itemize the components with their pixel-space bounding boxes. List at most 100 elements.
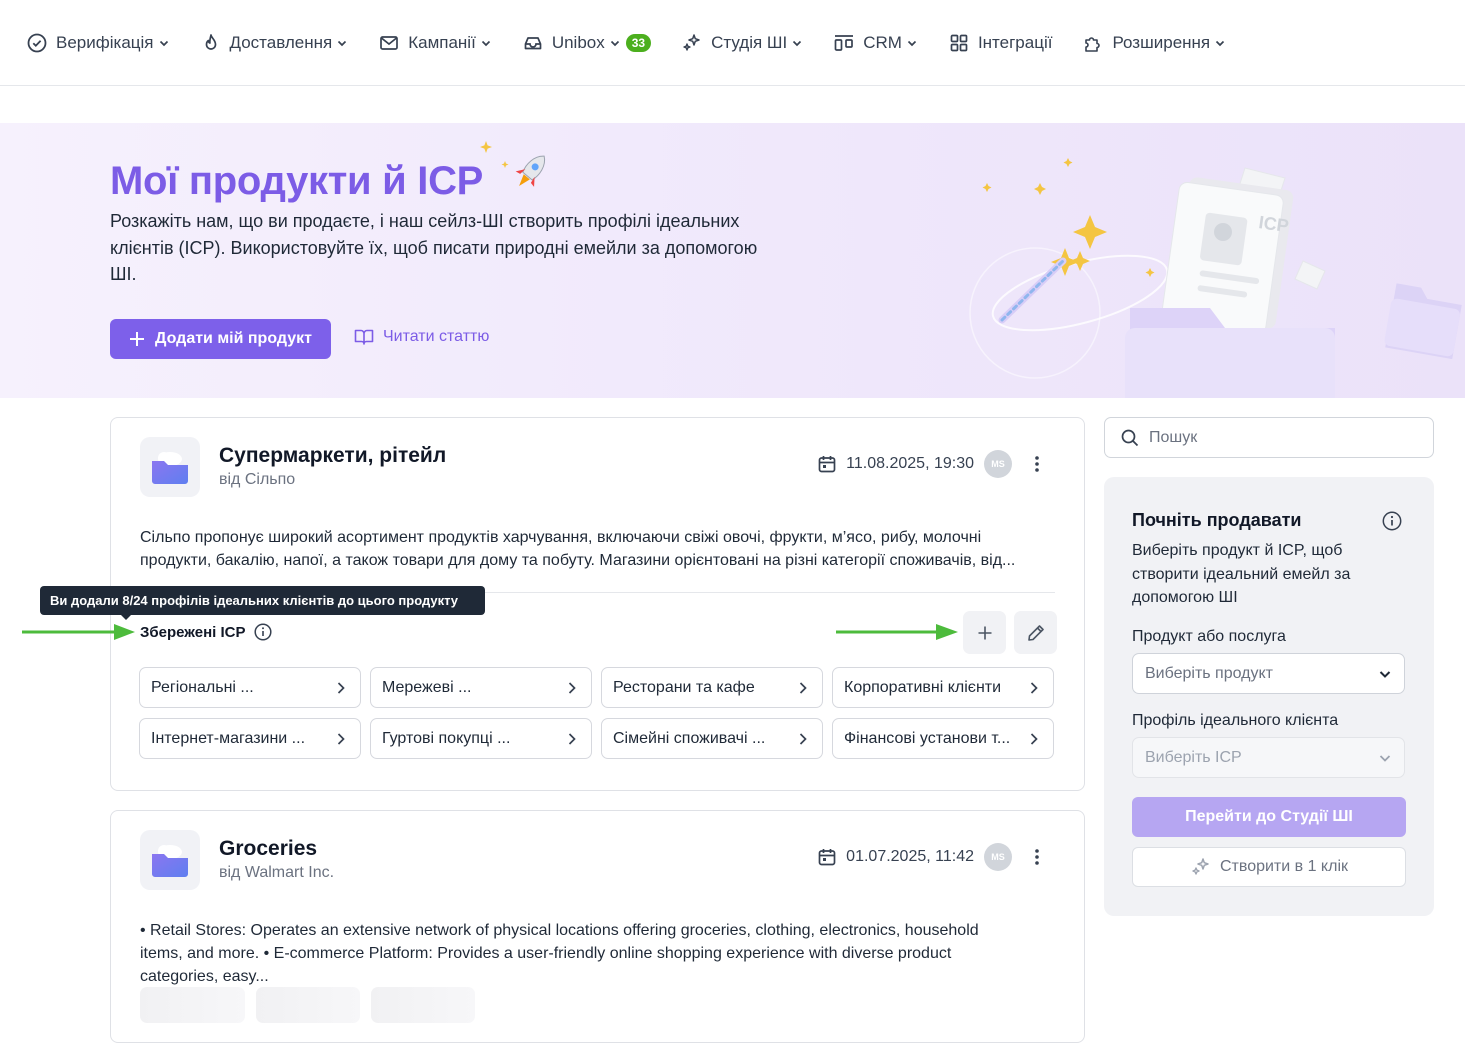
chevron-right-icon — [568, 681, 576, 694]
chevron-down-icon — [609, 37, 621, 49]
more-options-icon[interactable] — [1027, 454, 1047, 474]
saved-icp-heading: Збережені ICP — [140, 623, 272, 641]
nav-crm[interactable]: CRM — [833, 32, 918, 54]
plus-icon — [130, 332, 144, 346]
add-product-label: Додати мій продукт — [155, 330, 312, 347]
nav-label: Доставлення — [229, 32, 333, 52]
chevron-down-icon — [1379, 670, 1391, 678]
add-icp-button[interactable] — [963, 611, 1006, 654]
puzzle-icon — [1082, 32, 1104, 54]
loading-placeholder — [371, 987, 475, 1023]
icp-count-tooltip: Ви додали 8/24 профілів ідеальних клієнт… — [40, 586, 485, 620]
check-circle-icon — [26, 32, 48, 54]
icp-chip-label: Мережеві ... — [382, 678, 472, 696]
icp-chip[interactable]: Сімейні споживачі ... — [601, 718, 823, 759]
icp-chip[interactable]: Фінансові установи т... — [832, 718, 1054, 759]
panel-title: Почніть продавати — [1132, 510, 1302, 530]
plus-icon — [978, 626, 991, 639]
icp-chip[interactable]: Корпоративні клієнти — [832, 667, 1054, 708]
chevron-down-icon — [158, 37, 170, 49]
chevron-down-icon — [1379, 754, 1391, 762]
icp-chip-label: Регіональні ... — [151, 678, 254, 696]
product-company: від Сільпо — [219, 471, 296, 488]
info-icon[interactable] — [253, 623, 272, 641]
rocket-icon — [480, 141, 546, 187]
annotation-arrow-icon — [22, 624, 135, 640]
chevron-right-icon — [1030, 732, 1038, 745]
product-card[interactable]: Groceries від Walmart Inc. 01.07.2025, 1… — [110, 810, 1085, 1043]
nav-verification[interactable]: Верифікація — [26, 32, 170, 54]
chevron-right-icon — [1030, 681, 1038, 694]
illustration-icp-text: ICP — [1257, 212, 1290, 236]
chevron-right-icon — [799, 681, 807, 694]
nav-label: CRM — [863, 32, 902, 52]
nav-delivery[interactable]: Доставлення — [200, 32, 349, 54]
info-icon[interactable] — [1382, 511, 1402, 531]
hero-description: Розкажіть нам, що ви продаєте, і наш сей… — [110, 211, 758, 284]
avatar: MS — [984, 450, 1012, 478]
product-description: Сільпо пропонує широкий асортимент проду… — [140, 529, 1016, 569]
nav-unibox[interactable]: Unibox 33 — [522, 32, 652, 54]
nav-extensions[interactable]: Розширення — [1082, 32, 1226, 54]
chevron-right-icon — [799, 732, 807, 745]
product-title: Groceries — [219, 837, 318, 860]
magic-sparkles-icon — [1192, 858, 1209, 875]
nav-campaigns[interactable]: Кампанії — [378, 32, 492, 54]
icp-chip[interactable]: Мережеві ... — [370, 667, 592, 708]
icp-chip[interactable]: Регіональні ... — [139, 667, 361, 708]
panel-description: Виберіть продукт й ICP, щоб створити іде… — [1132, 542, 1351, 606]
icp-select-placeholder: Виберіть ICP — [1145, 748, 1242, 766]
page-title: Мої продукти й ICP — [110, 159, 484, 203]
saved-icp-label: Збережені ICP — [140, 623, 246, 641]
icp-chip-label: Інтернет-магазини ... — [151, 729, 306, 747]
edit-product-button[interactable] — [1014, 611, 1057, 654]
icp-chip-grid: Регіональні ... Мережеві ... Ресторани т… — [139, 667, 1054, 759]
avatar: MS — [984, 843, 1012, 871]
chevron-down-icon — [906, 37, 918, 49]
nav-label: Інтеграції — [977, 32, 1053, 52]
search-icon — [1121, 429, 1139, 446]
loading-placeholder — [256, 987, 360, 1023]
more-options-icon[interactable] — [1027, 847, 1047, 867]
icp-chip-label: Ресторани та кафе — [613, 678, 755, 696]
flame-icon — [200, 32, 222, 54]
icp-chip-label: Гуртові покупці ... — [382, 729, 511, 747]
grid-icon — [948, 32, 970, 54]
read-article-link[interactable]: Читати статтю — [354, 328, 489, 346]
product-select-placeholder: Виберіть продукт — [1145, 664, 1274, 682]
icp-chip[interactable]: Інтернет-магазини ... — [139, 718, 361, 759]
calendar-icon — [818, 849, 836, 866]
nav-label: Кампанії — [408, 32, 476, 52]
icp-chip-label: Фінансові установи т... — [844, 729, 1011, 747]
pencil-icon — [1027, 624, 1044, 641]
icp-chip[interactable]: Ресторани та кафе — [601, 667, 823, 708]
search-input[interactable]: Пошук — [1104, 417, 1434, 458]
product-select[interactable]: Виберіть продукт — [1132, 653, 1405, 694]
nav-label: Студія ШІ — [711, 32, 788, 52]
icp-documents-illustration: ICP — [969, 158, 1462, 398]
hero-banner: Мої продукти й ICP Розкажіть нам, що ви … — [0, 123, 1465, 398]
chevron-down-icon — [1214, 37, 1226, 49]
chevron-down-icon — [791, 37, 803, 49]
nav-integrations[interactable]: Інтеграції — [948, 32, 1053, 54]
crm-icon — [833, 32, 855, 54]
nav-label: Верифікація — [56, 32, 154, 52]
icp-chip-label: Корпоративні клієнти — [844, 678, 1002, 696]
mail-icon — [378, 32, 400, 54]
product-date: 01.07.2025, 11:42 — [817, 847, 974, 867]
nav-ai-studio[interactable]: Студія ШІ — [681, 32, 803, 54]
icp-chip[interactable]: Гуртові покупці ... — [370, 718, 592, 759]
icp-select[interactable]: Виберіть ICP — [1132, 737, 1405, 778]
chevron-right-icon — [337, 681, 345, 694]
nav-label: Unibox — [551, 32, 605, 52]
product-date: 11.08.2025, 19:30 — [817, 454, 974, 474]
chevron-right-icon — [568, 732, 576, 745]
product-title: Супермаркети, рітейл — [219, 444, 447, 467]
search-placeholder: Пошук — [1149, 428, 1198, 446]
add-product-button[interactable]: Додати мій продукт — [110, 319, 331, 359]
create-one-click-button[interactable]: Створити в 1 клік — [1132, 847, 1406, 887]
chevron-down-icon — [336, 37, 348, 49]
go-to-ai-studio-button[interactable]: Перейти до Студії ШІ — [1132, 797, 1406, 837]
chevron-down-icon — [480, 37, 492, 49]
product-date-text: 01.07.2025, 11:42 — [846, 848, 974, 865]
